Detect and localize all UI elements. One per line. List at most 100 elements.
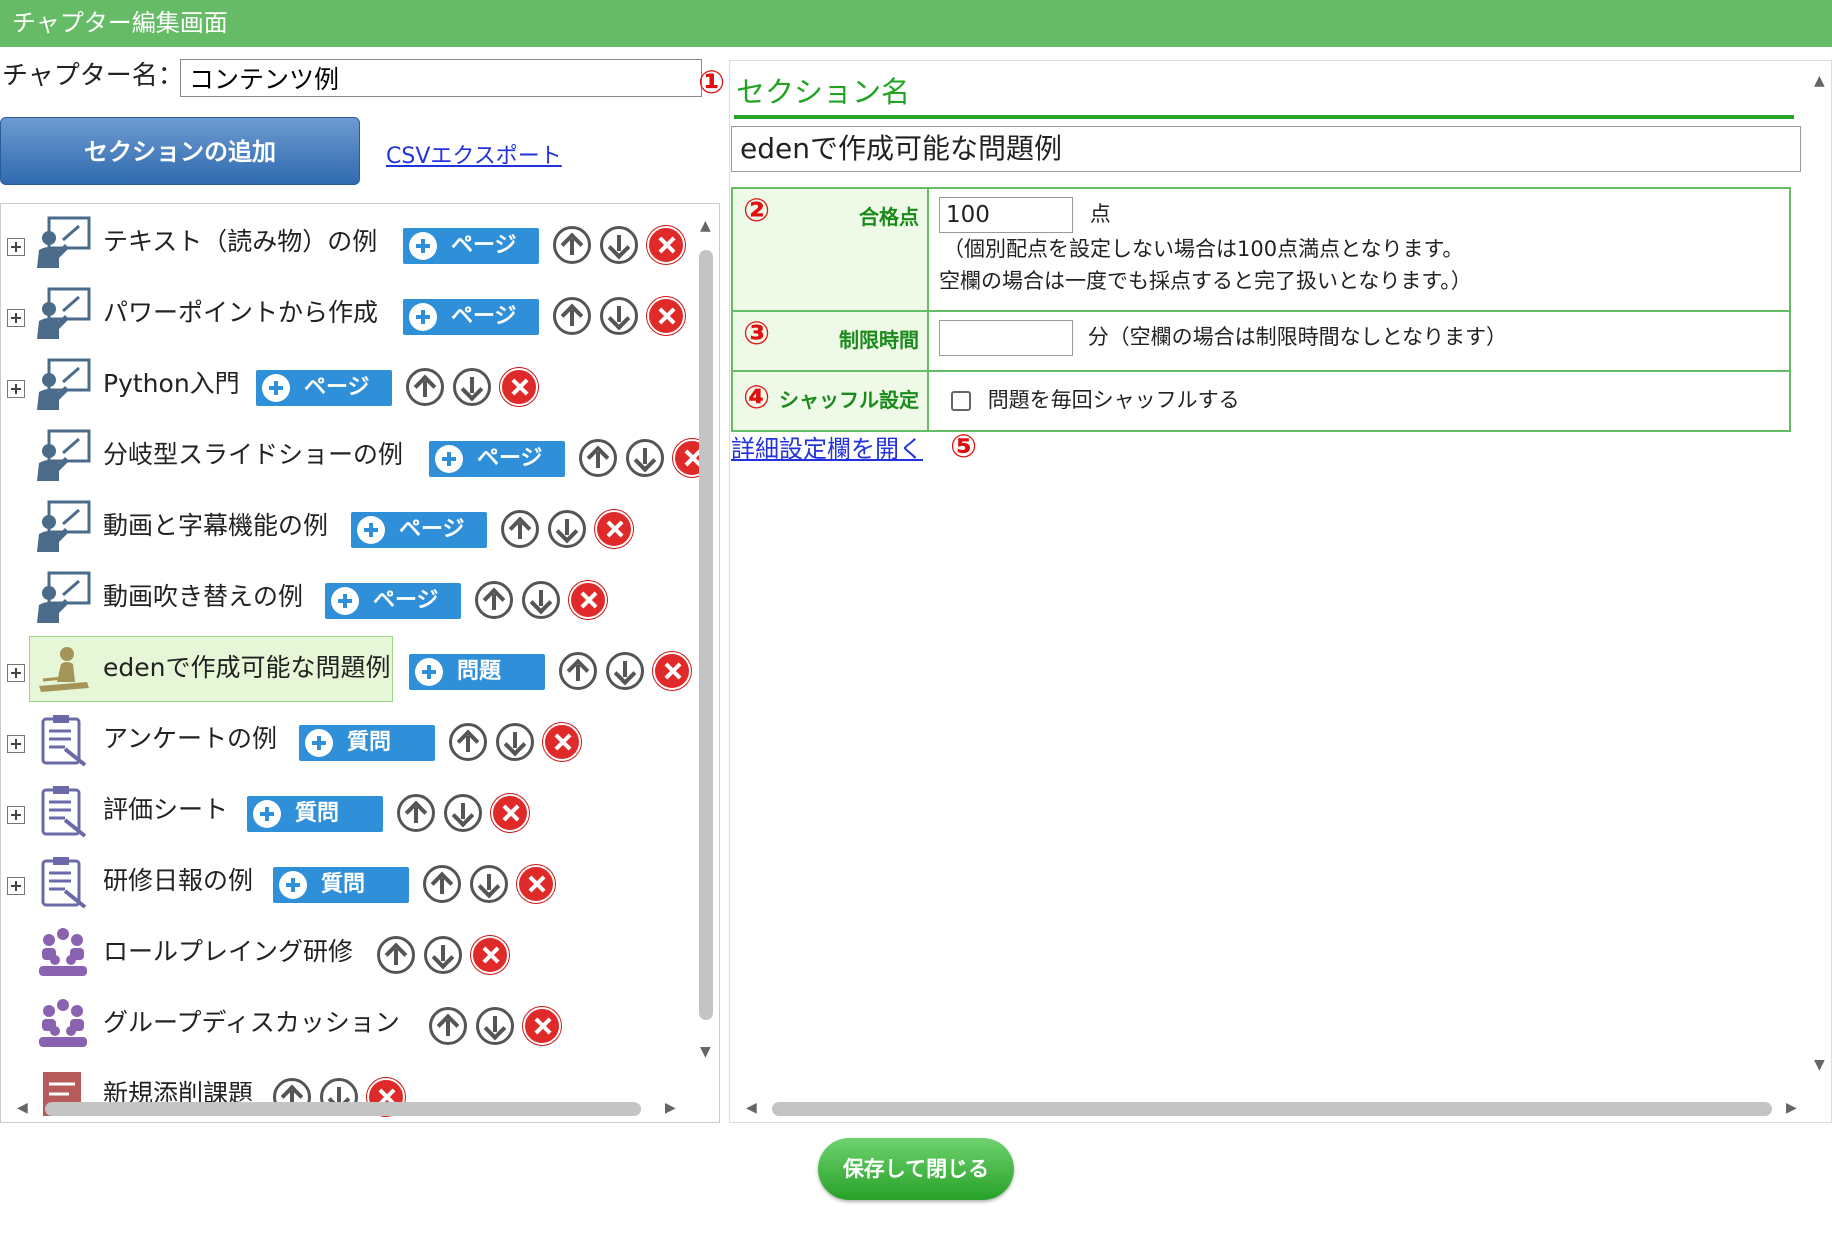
pass-score-input[interactable]: 100 [939, 197, 1073, 233]
move-up-icon[interactable] [501, 510, 539, 548]
editor-horizontal-scroll-thumb[interactable] [772, 1102, 1772, 1116]
tree-item-label[interactable]: アンケートの例 [103, 721, 277, 757]
move-down-icon[interactable] [600, 297, 638, 335]
delete-icon[interactable] [647, 226, 685, 264]
shuffle-checkbox-label[interactable]: 問題を毎回シャッフルする [988, 388, 1240, 412]
move-up-icon[interactable] [449, 723, 487, 761]
move-up-icon[interactable] [553, 226, 591, 264]
delete-icon[interactable] [595, 510, 633, 548]
move-up-icon[interactable] [377, 936, 415, 974]
move-down-icon[interactable] [600, 226, 638, 264]
move-up-icon[interactable] [553, 297, 591, 335]
tree-item-label[interactable]: Python入門 [103, 366, 240, 402]
expand-icon[interactable] [7, 309, 25, 327]
move-down-icon[interactable] [476, 1007, 514, 1045]
tree-item-label[interactable]: グループディスカッション [103, 1005, 400, 1041]
editor-vertical-scrollbar[interactable]: ▲ ▼ [1813, 71, 1829, 1073]
editor-horizontal-scrollbar[interactable]: ◀ ▶ [746, 1100, 1806, 1116]
move-down-icon[interactable] [470, 865, 508, 903]
move-down-icon[interactable] [522, 581, 560, 619]
move-up-icon[interactable] [406, 368, 444, 406]
shuffle-checkbox[interactable] [951, 391, 971, 411]
tree-item-label[interactable]: パワーポイントから作成 [103, 295, 378, 331]
tree-item-label[interactable]: 分岐型スライドショーの例 [103, 437, 403, 473]
csv-export-link[interactable]: CSVエクスポート [386, 138, 562, 170]
scroll-left-icon[interactable]: ◀ [17, 1100, 28, 1116]
move-up-icon[interactable] [429, 1007, 467, 1045]
delete-icon[interactable] [500, 368, 538, 406]
move-up-icon[interactable] [579, 439, 617, 477]
add-child-button[interactable]: ページ [351, 512, 487, 548]
move-down-icon[interactable] [626, 439, 664, 477]
add-child-button[interactable]: ページ [256, 370, 392, 406]
tree-item[interactable]: edenで作成可能な問題例 問題 [1, 636, 701, 702]
move-down-icon[interactable] [548, 510, 586, 548]
scroll-up-icon[interactable]: ▲ [700, 218, 711, 234]
expand-icon[interactable] [7, 664, 25, 682]
time-limit-input[interactable] [939, 320, 1073, 356]
add-child-button[interactable]: 問題 [409, 654, 545, 690]
scroll-left-icon[interactable]: ◀ [746, 1100, 757, 1116]
tree-item[interactable]: アンケートの例 質問 [1, 709, 701, 769]
add-child-button[interactable]: 質問 [299, 725, 435, 761]
expand-icon[interactable] [7, 877, 25, 895]
tree-item[interactable]: 動画吹き替えの例 ページ [1, 567, 701, 627]
tree-item[interactable]: ロールプレイング研修 [1, 922, 701, 982]
move-up-icon[interactable] [423, 865, 461, 903]
tree-item-label[interactable]: edenで作成可能な問題例 [103, 650, 390, 686]
tree-vertical-scroll-thumb[interactable] [699, 250, 713, 1020]
tree-item-label[interactable]: 研修日報の例 [103, 863, 253, 899]
tree-item-label[interactable]: 動画と字幕機能の例 [103, 508, 328, 544]
section-name-input[interactable]: edenで作成可能な問題例 [731, 126, 1801, 172]
scroll-down-icon[interactable]: ▼ [1814, 1057, 1825, 1073]
scroll-up-icon[interactable]: ▲ [1814, 73, 1825, 89]
tree-vertical-scrollbar[interactable]: ▲ ▼ [699, 218, 715, 1064]
expand-icon[interactable] [7, 806, 25, 824]
chapter-name-input[interactable] [180, 59, 702, 97]
move-down-icon[interactable] [496, 723, 534, 761]
tree-item[interactable]: 研修日報の例 質問 [1, 851, 701, 911]
open-detail-settings-link[interactable]: 詳細設定欄を開く [731, 429, 923, 464]
tree-horizontal-scroll-thumb[interactable] [45, 1102, 641, 1116]
move-down-icon[interactable] [453, 368, 491, 406]
expand-icon[interactable] [7, 238, 25, 256]
tree-item[interactable]: 評価シート 質問 [1, 780, 701, 840]
add-section-button[interactable]: セクションの追加 [0, 117, 360, 185]
tree-item-label[interactable]: 動画吹き替えの例 [103, 579, 303, 615]
add-child-button[interactable]: 質問 [273, 867, 409, 903]
tree-item[interactable]: パワーポイントから作成 ページ [1, 283, 701, 343]
tree-item[interactable]: Python入門 ページ [1, 354, 701, 414]
delete-icon[interactable] [523, 1007, 561, 1045]
add-child-button[interactable]: ページ [325, 583, 461, 619]
move-up-icon[interactable] [559, 652, 597, 690]
delete-icon[interactable] [569, 581, 607, 619]
add-child-button[interactable]: ページ [429, 441, 565, 477]
move-up-icon[interactable] [397, 794, 435, 832]
tree-item[interactable]: 動画と字幕機能の例 ページ [1, 496, 701, 556]
delete-icon[interactable] [653, 652, 691, 690]
scroll-down-icon[interactable]: ▼ [700, 1044, 711, 1060]
delete-icon[interactable] [647, 297, 685, 335]
add-child-button[interactable]: ページ [403, 299, 539, 335]
tree-item[interactable]: テキスト（読み物）の例 ページ [1, 212, 701, 272]
move-down-icon[interactable] [444, 794, 482, 832]
delete-icon[interactable] [517, 865, 555, 903]
add-child-button[interactable]: ページ [403, 228, 539, 264]
scroll-right-icon[interactable]: ▶ [1786, 1100, 1797, 1116]
delete-icon[interactable] [543, 723, 581, 761]
add-child-button[interactable]: 質問 [247, 796, 383, 832]
tree-item[interactable]: 分岐型スライドショーの例 ページ [1, 425, 711, 485]
save-and-close-button[interactable]: 保存して閉じる [818, 1138, 1014, 1200]
expand-icon[interactable] [7, 735, 25, 753]
move-up-icon[interactable] [475, 581, 513, 619]
expand-icon[interactable] [7, 380, 25, 398]
tree-horizontal-scrollbar[interactable]: ◀ ▶ [17, 1100, 681, 1116]
scroll-right-icon[interactable]: ▶ [665, 1100, 676, 1116]
tree-item-label[interactable]: 評価シート [103, 792, 228, 828]
tree-item-label[interactable]: ロールプレイング研修 [103, 934, 353, 970]
move-down-icon[interactable] [424, 936, 462, 974]
tree-item-label[interactable]: テキスト（読み物）の例 [103, 224, 377, 260]
move-down-icon[interactable] [606, 652, 644, 690]
delete-icon[interactable] [491, 794, 529, 832]
tree-item[interactable]: グループディスカッション [1, 993, 701, 1053]
